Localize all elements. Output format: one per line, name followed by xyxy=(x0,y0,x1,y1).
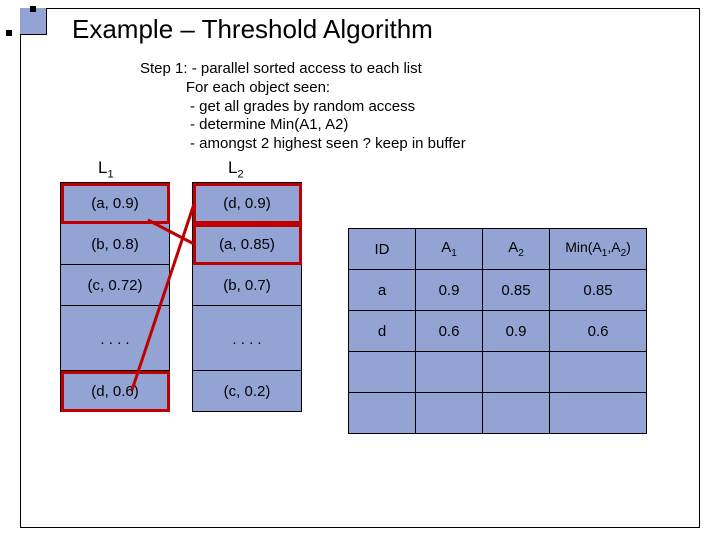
step-heading: Step 1: - parallel sorted access to each… xyxy=(140,60,422,77)
slide-title: Example – Threshold Algorithm xyxy=(72,14,433,45)
result-cell xyxy=(349,393,416,434)
list2-cell: (b, 0.7) xyxy=(193,265,302,306)
result-cell: 0.85 xyxy=(550,270,647,311)
list1-cell: (b, 0.8) xyxy=(61,224,170,265)
result-cell: 0.6 xyxy=(416,311,483,352)
result-cell: 0.9 xyxy=(416,270,483,311)
result-cell xyxy=(550,352,647,393)
list2-cell: (a, 0.85) xyxy=(193,224,302,265)
step-line: For each object seen: xyxy=(186,79,330,96)
result-cell: 0.6 xyxy=(550,311,647,352)
list1-table: (a, 0.9) (b, 0.8) (c, 0.72) . . . . (d, … xyxy=(60,182,170,412)
list2-table: (d, 0.9) (a, 0.85) (b, 0.7) . . . . (c, … xyxy=(192,182,302,412)
deco-dot xyxy=(6,30,12,36)
result-cell xyxy=(483,352,550,393)
result-head-id: ID xyxy=(349,229,416,270)
result-head-a1: A1 xyxy=(416,229,483,270)
result-cell: d xyxy=(349,311,416,352)
result-row xyxy=(349,393,647,434)
result-cell xyxy=(349,352,416,393)
corner-decoration xyxy=(20,8,47,35)
result-row: d 0.6 0.9 0.6 xyxy=(349,311,647,352)
result-cell xyxy=(483,393,550,434)
result-cell xyxy=(416,393,483,434)
list1-dots: . . . . xyxy=(61,306,170,371)
result-cell xyxy=(550,393,647,434)
result-head-a2: A2 xyxy=(483,229,550,270)
result-cell: 0.9 xyxy=(483,311,550,352)
list2-label: L2 xyxy=(228,158,244,180)
deco-dot xyxy=(30,6,36,12)
step-text: Step 1: - parallel sorted access to each… xyxy=(140,60,466,154)
result-table: ID A1 A2 Min(A1,A2) a 0.9 0.85 0.85 d 0.… xyxy=(348,228,647,434)
list2-cell: (d, 0.9) xyxy=(193,183,302,224)
step-line: - get all grades by random access xyxy=(190,98,415,115)
list1-cell: (d, 0.6) xyxy=(61,371,170,412)
result-cell: a xyxy=(349,270,416,311)
step-line: - amongst 2 highest seen ? keep in buffe… xyxy=(190,135,466,152)
list2-cell: (c, 0.2) xyxy=(193,371,302,412)
list1-label: L1 xyxy=(98,158,114,180)
step-line: - determine Min(A1, A2) xyxy=(190,116,348,133)
list1-cell: (c, 0.72) xyxy=(61,265,170,306)
result-row: a 0.9 0.85 0.85 xyxy=(349,270,647,311)
result-cell xyxy=(416,352,483,393)
list1-cell: (a, 0.9) xyxy=(61,183,170,224)
list2-dots: . . . . xyxy=(193,306,302,371)
result-row xyxy=(349,352,647,393)
result-cell: 0.85 xyxy=(483,270,550,311)
result-head-min: Min(A1,A2) xyxy=(550,229,647,270)
